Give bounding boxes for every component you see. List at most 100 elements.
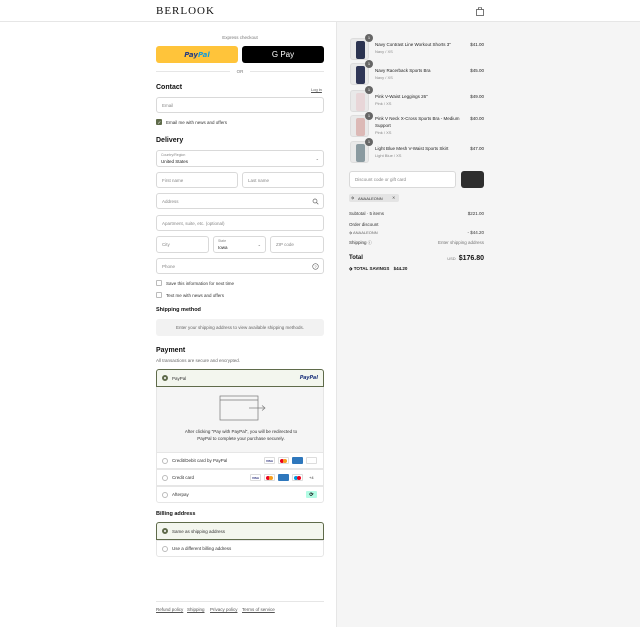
item-variant: Pink / XS bbox=[375, 130, 392, 135]
discount-code-label: ANAALEONN bbox=[352, 230, 378, 235]
visa-icon: VISA bbox=[250, 474, 261, 481]
amex-icon bbox=[278, 474, 289, 481]
debit-paypal-radio[interactable] bbox=[162, 458, 168, 464]
item-name: Pink V Neck X-Cross Sports Bra - Medium … bbox=[375, 116, 460, 128]
total-value-wrap: USD $176.80 bbox=[447, 255, 484, 262]
billing-different-option[interactable]: Use a different billing address bbox=[156, 540, 324, 557]
apply-discount-button[interactable] bbox=[461, 171, 484, 188]
subtotal-row: Subtotal · 5 items $221.00 bbox=[349, 211, 484, 216]
billing-heading: Billing address bbox=[156, 511, 196, 517]
product-image bbox=[356, 41, 365, 59]
product-image bbox=[356, 93, 365, 111]
credit-card-radio[interactable] bbox=[162, 475, 168, 481]
text-news-checkbox[interactable] bbox=[156, 292, 162, 298]
discount-code-row: ⬗ ANAALEONN - $44.20 bbox=[349, 230, 484, 235]
shipping-value: Enter shipping address bbox=[437, 240, 484, 245]
payment-heading: Payment bbox=[156, 347, 186, 354]
privacy-policy-link[interactable]: Privacy policy bbox=[210, 607, 238, 612]
billing-same-option[interactable]: Same as shipping address bbox=[156, 522, 324, 540]
item-price: $49.00 bbox=[470, 94, 484, 99]
quantity-badge: 1 bbox=[365, 86, 373, 94]
applied-code-label: ANAALEONN bbox=[358, 195, 383, 201]
save-info-checkbox[interactable] bbox=[156, 280, 162, 286]
item-price: $41.00 bbox=[470, 42, 484, 47]
total-currency: USD bbox=[447, 256, 456, 261]
savings-label: TOTAL SAVINGS bbox=[353, 266, 390, 271]
zip-placeholder: ZIP code bbox=[276, 242, 294, 247]
shipping-method-notice: Enter your shipping address to view avai… bbox=[156, 319, 324, 336]
svg-text:?: ? bbox=[314, 264, 317, 269]
state-value: Iowa bbox=[218, 245, 228, 250]
google-pay-button[interactable]: G Pay bbox=[242, 46, 324, 63]
payment-option-credit-card[interactable]: Credit card VISA +4 bbox=[156, 469, 324, 486]
billing-same-radio[interactable] bbox=[162, 528, 168, 534]
footer-divider bbox=[156, 601, 324, 602]
payment-option-paypal[interactable]: PayPal PayPal bbox=[156, 369, 324, 387]
address-field[interactable]: Address bbox=[156, 193, 324, 209]
product-image bbox=[356, 144, 365, 162]
state-label: State bbox=[218, 239, 227, 243]
apartment-field[interactable]: Apartment, suite, etc. (optional) bbox=[156, 215, 324, 231]
subtotal-value: $221.00 bbox=[467, 211, 484, 216]
phone-field[interactable]: Phone ? bbox=[156, 258, 324, 274]
divider-left bbox=[156, 71, 230, 72]
help-circle-icon[interactable]: ⓘ bbox=[368, 240, 372, 245]
shipping-link[interactable]: Shipping bbox=[187, 607, 205, 612]
site-header: BERLOOK bbox=[0, 0, 640, 22]
payment-subtitle: All transactions are secure and encrypte… bbox=[156, 358, 241, 363]
paypal-radio[interactable] bbox=[162, 375, 168, 381]
remove-discount-icon[interactable]: ✕ bbox=[392, 195, 395, 200]
phone-placeholder: Phone bbox=[162, 264, 176, 269]
first-name-field[interactable]: First name bbox=[156, 172, 238, 188]
afterpay-label: Afterpay bbox=[172, 492, 189, 497]
savings-value: $44.20 bbox=[393, 266, 408, 271]
first-name-placeholder: First name bbox=[162, 178, 184, 183]
paypal-option-label: PayPal bbox=[172, 376, 187, 381]
or-label: OR bbox=[236, 69, 244, 74]
payment-option-afterpay[interactable]: Afterpay ⟳ bbox=[156, 486, 324, 503]
credit-card-label: Credit card bbox=[172, 475, 195, 480]
last-name-placeholder: Last name bbox=[248, 178, 270, 183]
product-image bbox=[356, 118, 365, 136]
discount-code-input[interactable]: Discount code or gift card bbox=[349, 171, 456, 188]
help-circle-icon[interactable]: ? bbox=[312, 263, 319, 270]
text-news-label: Text me with news and offers bbox=[166, 293, 224, 298]
city-field[interactable]: City bbox=[156, 236, 209, 253]
paypal-express-button[interactable]: PayPal bbox=[156, 46, 238, 63]
discount-placeholder: Discount code or gift card bbox=[355, 177, 407, 182]
zip-field[interactable]: ZIP code bbox=[270, 236, 324, 253]
afterpay-radio[interactable] bbox=[162, 492, 168, 498]
chevron-down-icon: ⌄ bbox=[257, 242, 261, 247]
email-news-label: Email me with news and offers bbox=[166, 120, 227, 125]
login-link[interactable]: Log in bbox=[311, 87, 322, 92]
tag-icon: ⬗ bbox=[351, 195, 355, 200]
amex-icon bbox=[292, 457, 303, 464]
item-price: $40.00 bbox=[470, 116, 484, 121]
more-cards-count: +4 bbox=[309, 475, 314, 480]
item-variant: Navy / XS bbox=[375, 75, 393, 80]
afterpay-icon: ⟳ bbox=[306, 491, 317, 498]
email-news-checkbox[interactable] bbox=[156, 119, 162, 126]
item-name: Light Blue Mesh V-Waist Sports Skirt bbox=[375, 146, 449, 151]
refund-policy-link[interactable]: Refund policy bbox=[156, 607, 183, 612]
country-select[interactable]: Country/Region United States ⌄ bbox=[156, 150, 324, 167]
product-image bbox=[356, 66, 365, 84]
item-name: Navy Contrast Line Workout Shorts 3" bbox=[375, 42, 451, 47]
shipping-method-notice-text: Enter your shipping address to view avai… bbox=[175, 325, 305, 330]
payment-option-debit-paypal[interactable]: Credit/Debit card by PayPal VISA bbox=[156, 452, 324, 469]
express-checkout-label: Express checkout bbox=[222, 35, 258, 40]
shopping-bag-icon[interactable] bbox=[476, 7, 484, 16]
terms-of-service-link[interactable]: Terms of service bbox=[242, 607, 275, 612]
search-icon bbox=[312, 198, 319, 205]
country-label: Country/Region bbox=[161, 153, 186, 157]
last-name-field[interactable]: Last name bbox=[242, 172, 324, 188]
email-field[interactable]: Email bbox=[156, 97, 324, 113]
debit-paypal-label: Credit/Debit card by PayPal bbox=[172, 458, 228, 463]
billing-different-radio[interactable] bbox=[162, 546, 168, 552]
applied-discount-tag: ⬗ ANAALEONN ✕ bbox=[349, 194, 399, 202]
state-select[interactable]: State Iowa ⌄ bbox=[213, 236, 266, 253]
mastercard-icon bbox=[264, 474, 275, 481]
brand-logo[interactable]: BERLOOK bbox=[156, 5, 215, 17]
discover-icon bbox=[306, 457, 317, 464]
quantity-badge: 1 bbox=[365, 60, 373, 68]
